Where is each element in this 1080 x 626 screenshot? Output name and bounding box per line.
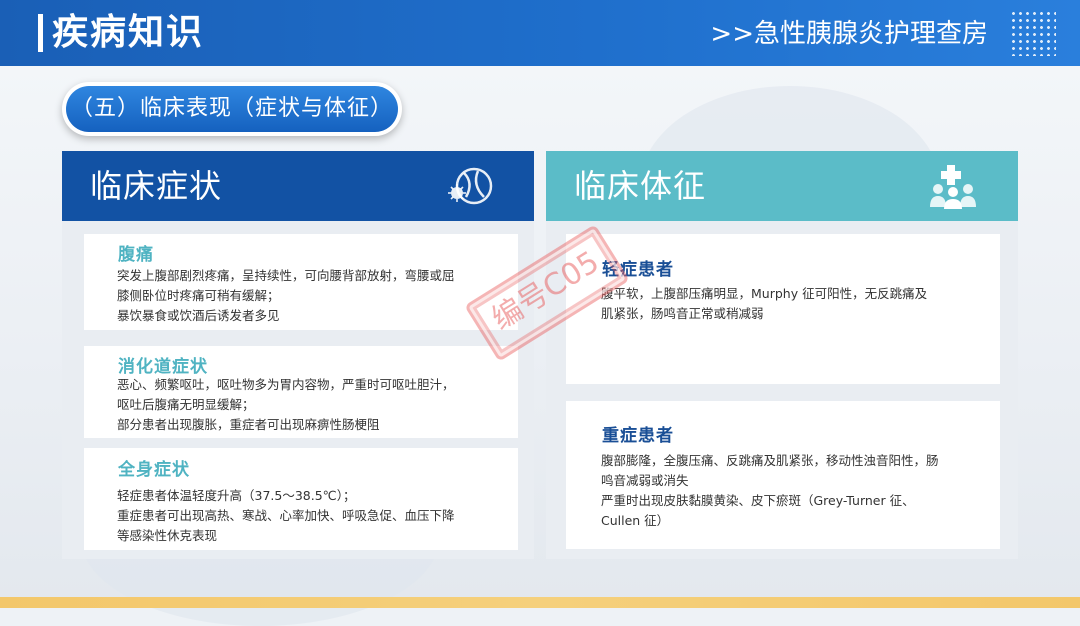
card-text-line: 等感染性休克表现 (117, 528, 218, 543)
slide-header: 疾病知识 >>急性胰腺炎护理查房 (0, 0, 1080, 66)
signs-panel-header: 临床体征 (546, 151, 1018, 221)
card-text: 恶心、频繁呕吐，呕吐物多为胃内容物，严重时可呕吐胆汁， 呕吐后腹痛无明显缓解； … (117, 375, 455, 435)
virus-icon (448, 167, 493, 205)
symptoms-panel: 临床症状 腹痛 突发上腹部剧烈疼痛，呈持续性，可向腰背部放射，弯腰或屈 膝侧卧位… (62, 151, 534, 559)
card-text-line: 恶心、频繁呕吐，呕吐物多为胃内容物，严重时可呕吐胆汁， (117, 377, 455, 392)
bottom-accent-bar (0, 597, 1080, 608)
header-subtitle: >>急性胰腺炎护理查房 (710, 19, 988, 49)
header-accent-bar (38, 14, 43, 52)
sign-card-mild: 轻症患者 腹平软，上腹部压痛明显，Murphy 征可阳性，无反跳痛及 肌紧张，肠… (566, 234, 1000, 384)
card-text-line: 重症患者可出现高热、寒战、心率加快、呼吸急促、血压下降 (117, 508, 455, 523)
card-title: 消化道症状 (118, 357, 208, 377)
card-text-line: 部分患者出现腹胀，重症者可出现麻痹性肠梗阻 (117, 417, 380, 432)
medical-team-icon (930, 165, 976, 209)
card-text-line: 鸣音减弱或消失 (601, 473, 689, 488)
symptom-card-systemic: 全身症状 轻症患者体温轻度升高（37.5～38.5℃）； 重症患者可出现高热、寒… (84, 448, 518, 550)
card-title: 腹痛 (118, 245, 154, 265)
card-text: 突发上腹部剧烈疼痛，呈持续性，可向腰背部放射，弯腰或屈 膝侧卧位时疼痛可稍有缓解… (117, 266, 455, 326)
card-text-line: 严重时出现皮肤黏膜黄染、皮下瘀斑（Grey-Turner 征、 (601, 493, 915, 508)
card-text: 轻症患者体温轻度升高（37.5～38.5℃）； 重症患者可出现高热、寒战、心率加… (117, 486, 455, 546)
sign-card-severe: 重症患者 腹部膨隆，全腹压痛、反跳痛及肌紧张，移动性浊音阳性，肠 鸣音减弱或消失… (566, 401, 1000, 549)
signs-panel-title: 临床体征 (574, 167, 707, 205)
section-label: （五）临床表现（症状与体征） (66, 86, 398, 132)
card-text-line: 腹平软，上腹部压痛明显，Murphy 征可阳性，无反跳痛及 (601, 286, 928, 301)
card-text: 腹部膨隆，全腹压痛、反跳痛及肌紧张，移动性浊音阳性，肠 鸣音减弱或消失 严重时出… (601, 451, 939, 531)
header-title: 疾病知识 (52, 12, 205, 53)
card-text-line: 肌紧张，肠鸣音正常或稍减弱 (601, 306, 764, 321)
card-title: 全身症状 (118, 460, 190, 480)
symptom-card-digestive: 消化道症状 恶心、频繁呕吐，呕吐物多为胃内容物，严重时可呕吐胆汁， 呕吐后腹痛无… (84, 346, 518, 438)
dot-grid-decoration (1010, 10, 1056, 56)
card-text: 腹平软，上腹部压痛明显，Murphy 征可阳性，无反跳痛及 肌紧张，肠鸣音正常或… (601, 284, 927, 324)
card-text-line: 暴饮暴食或饮酒后诱发者多见 (117, 308, 280, 323)
card-text-line: 轻症患者体温轻度升高（37.5～38.5℃）； (117, 488, 356, 503)
symptom-card-abdominal-pain: 腹痛 突发上腹部剧烈疼痛，呈持续性，可向腰背部放射，弯腰或屈 膝侧卧位时疼痛可稍… (84, 234, 518, 330)
card-title: 重症患者 (602, 426, 674, 446)
card-text-line: 突发上腹部剧烈疼痛，呈持续性，可向腰背部放射，弯腰或屈 (117, 268, 455, 283)
symptoms-panel-header: 临床症状 (62, 151, 534, 221)
card-text-line: 呕吐后腹痛无明显缓解； (117, 397, 255, 412)
card-text-line: 腹部膨隆，全腹压痛、反跳痛及肌紧张，移动性浊音阳性，肠 (601, 453, 939, 468)
card-text-line: Cullen 征） (601, 513, 670, 528)
card-text-line: 膝侧卧位时疼痛可稍有缓解； (117, 288, 280, 303)
signs-panel: 临床体征 轻症患者 腹平软，上腹部压痛明显，Murphy 征可阳性，无反跳痛及 … (546, 151, 1018, 559)
symptoms-panel-title: 临床症状 (90, 167, 223, 205)
section-pill: （五）临床表现（症状与体征） (62, 82, 402, 136)
